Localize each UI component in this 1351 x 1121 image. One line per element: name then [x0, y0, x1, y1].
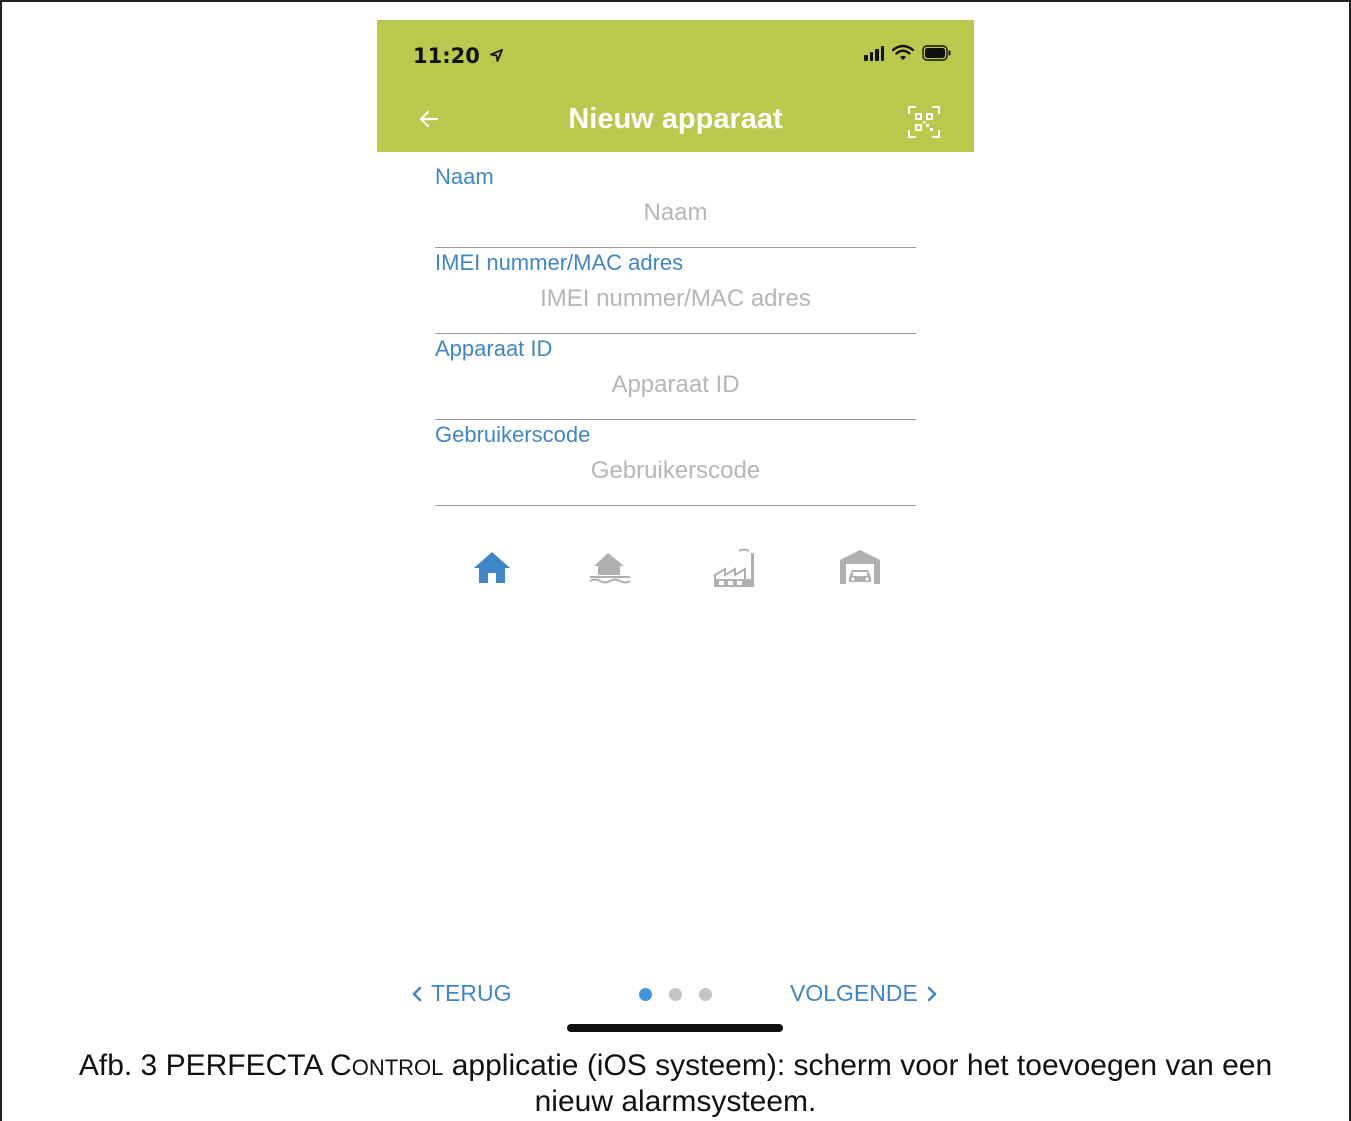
back-button-label: TERUG [431, 980, 512, 1006]
chevron-right-icon [927, 986, 937, 1001]
device-id-field: Apparaat ID [435, 334, 916, 420]
page-dot-3 [699, 988, 712, 1001]
pager-bar: TERUG VOLGENDE [377, 980, 974, 1010]
object-type-factory[interactable] [710, 542, 760, 592]
status-time: 11:20 [413, 44, 504, 68]
figure-caption: Afb. 3 PERFECTA CONTROL applicatie (iOS … [0, 1049, 1351, 1119]
user-code-field: Gebruikerscode [435, 420, 916, 506]
name-field: Naam [435, 162, 916, 248]
battery-icon [922, 45, 951, 61]
house-icon [474, 552, 510, 583]
caption-suffix: applicatie (iOS systeem): scherm voor he… [443, 1049, 1273, 1082]
object-type-house[interactable] [467, 542, 517, 592]
home-indicator[interactable] [567, 1024, 783, 1032]
name-input[interactable] [435, 196, 916, 230]
object-type-selector [467, 542, 887, 592]
caption-smallcaps: ONTROL [351, 1055, 444, 1080]
phone-screen: 11:20 Nieuw apparaat Naam Naam IMEI numm… [377, 20, 974, 1040]
page-dot-1 [639, 988, 652, 1001]
cellular-signal-icon [864, 45, 884, 61]
device-id-input[interactable] [435, 368, 916, 402]
imei-input[interactable] [435, 282, 916, 316]
navigation-bar: Nieuw apparaat [377, 90, 974, 152]
page-indicator [639, 988, 712, 1001]
user-code-label: Gebruikerscode [435, 422, 591, 447]
caption-prefix: Afb. 3 PERFECTA C [78, 1049, 352, 1082]
chevron-left-icon [412, 986, 422, 1001]
imei-field: IMEI nummer/MAC adres [435, 248, 916, 334]
factory-icon [714, 548, 754, 587]
garage-icon [840, 550, 880, 584]
status-icons [864, 44, 952, 61]
device-form: Naam IMEI nummer/MAC adres Apparaat ID G… [435, 162, 916, 506]
page-title: Nieuw apparaat [568, 103, 783, 135]
next-button[interactable]: VOLGENDE [790, 980, 938, 1007]
page-dot-2 [669, 988, 682, 1001]
status-bar: 11:20 [377, 20, 974, 90]
back-button[interactable]: TERUG [411, 980, 512, 1007]
imei-label: IMEI nummer/MAC adres [435, 250, 684, 275]
house-by-water-icon [589, 553, 631, 584]
clock-text: 11:20 [413, 44, 480, 68]
wifi-icon [892, 44, 914, 60]
user-code-input[interactable] [435, 454, 916, 488]
device-id-label: Apparaat ID [435, 336, 553, 361]
qr-scan-icon[interactable] [906, 104, 942, 140]
location-arrow-icon [490, 49, 504, 62]
object-type-garage[interactable] [835, 542, 885, 592]
next-button-label: VOLGENDE [790, 980, 918, 1006]
object-type-waterfront[interactable] [585, 542, 635, 592]
caption-line-1: Afb. 3 PERFECTA CONTROL applicatie (iOS … [0, 1049, 1351, 1085]
caption-line-2: nieuw alarmsysteem. [534, 1085, 817, 1118]
name-label: Naam [435, 164, 494, 189]
